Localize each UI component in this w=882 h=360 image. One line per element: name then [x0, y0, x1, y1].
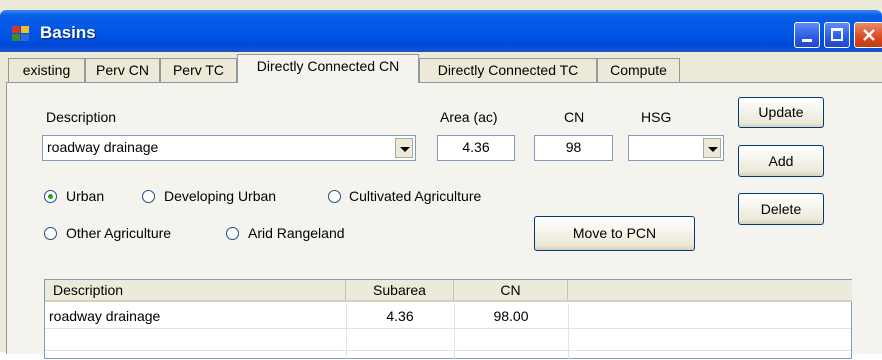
description-label: Description — [46, 109, 117, 125]
cell-subarea: 4.36 — [386, 308, 414, 324]
tab-directly-connected-cn[interactable]: Directly Connected CN — [237, 54, 419, 83]
row-divider — [45, 328, 851, 329]
description-value: roadway drainage — [47, 139, 159, 155]
radio-other-agriculture[interactable] — [44, 227, 57, 240]
app-icon — [12, 26, 30, 42]
minimize-icon — [802, 39, 812, 42]
tab-perv-cn[interactable]: Perv CN — [85, 58, 160, 82]
hsg-combo[interactable] — [628, 135, 724, 161]
tab-compute[interactable]: Compute — [597, 58, 680, 82]
maximize-icon — [831, 28, 843, 41]
subarea-list[interactable]: Description Subarea CN roadway drainage … — [44, 279, 852, 360]
column-header-description[interactable]: Description — [45, 280, 346, 302]
row-divider — [45, 350, 851, 351]
close-button[interactable] — [854, 22, 882, 48]
maximize-button[interactable] — [824, 22, 850, 48]
basins-window: Basins existing Perv CN Perv TC Directly… — [0, 0, 882, 360]
radio-developing-urban[interactable] — [142, 190, 155, 203]
cell-cn: 98.00 — [493, 308, 529, 324]
radio-urban-label[interactable]: Urban — [66, 187, 104, 205]
area-input[interactable]: 4.36 — [437, 135, 515, 161]
add-button[interactable]: Add — [738, 145, 824, 177]
hsg-label: HSG — [641, 109, 672, 125]
column-header-empty — [568, 280, 852, 302]
radio-cultivated-agriculture[interactable] — [328, 190, 341, 203]
hsg-dropdown-button[interactable] — [703, 138, 721, 158]
cn-input[interactable]: 98 — [534, 135, 613, 161]
radio-arid-rangeland[interactable] — [226, 227, 239, 240]
window-title: Basins — [40, 23, 96, 42]
tab-directly-connected-tc[interactable]: Directly Connected TC — [419, 58, 597, 82]
description-combo[interactable]: roadway drainage — [42, 135, 416, 161]
tab-existing[interactable]: existing — [8, 58, 85, 82]
cell-description: roadway drainage — [49, 308, 161, 324]
title-bar[interactable] — [0, 10, 882, 52]
close-icon — [863, 29, 875, 41]
cn-label: CN — [564, 109, 585, 125]
delete-button[interactable]: Delete — [738, 193, 824, 225]
radio-developing-urban-label[interactable]: Developing Urban — [164, 187, 276, 205]
area-label: Area (ac) — [440, 109, 498, 125]
table-row[interactable]: roadway drainage 4.36 98.00 — [45, 306, 851, 328]
update-button[interactable]: Update — [738, 97, 824, 128]
radio-cultivated-agriculture-label[interactable]: Cultivated Agriculture — [349, 187, 481, 205]
description-dropdown-button[interactable] — [395, 138, 413, 158]
minimize-button[interactable] — [794, 22, 820, 48]
column-header-cn[interactable]: CN — [454, 280, 568, 302]
radio-other-agriculture-label[interactable]: Other Agriculture — [66, 224, 171, 242]
radio-arid-rangeland-label[interactable]: Arid Rangeland — [248, 224, 345, 242]
radio-urban[interactable] — [44, 190, 57, 203]
tab-perv-tc[interactable]: Perv TC — [160, 58, 237, 82]
move-to-pcn-button[interactable]: Move to PCN — [534, 216, 695, 251]
column-header-subarea[interactable]: Subarea — [346, 280, 454, 302]
